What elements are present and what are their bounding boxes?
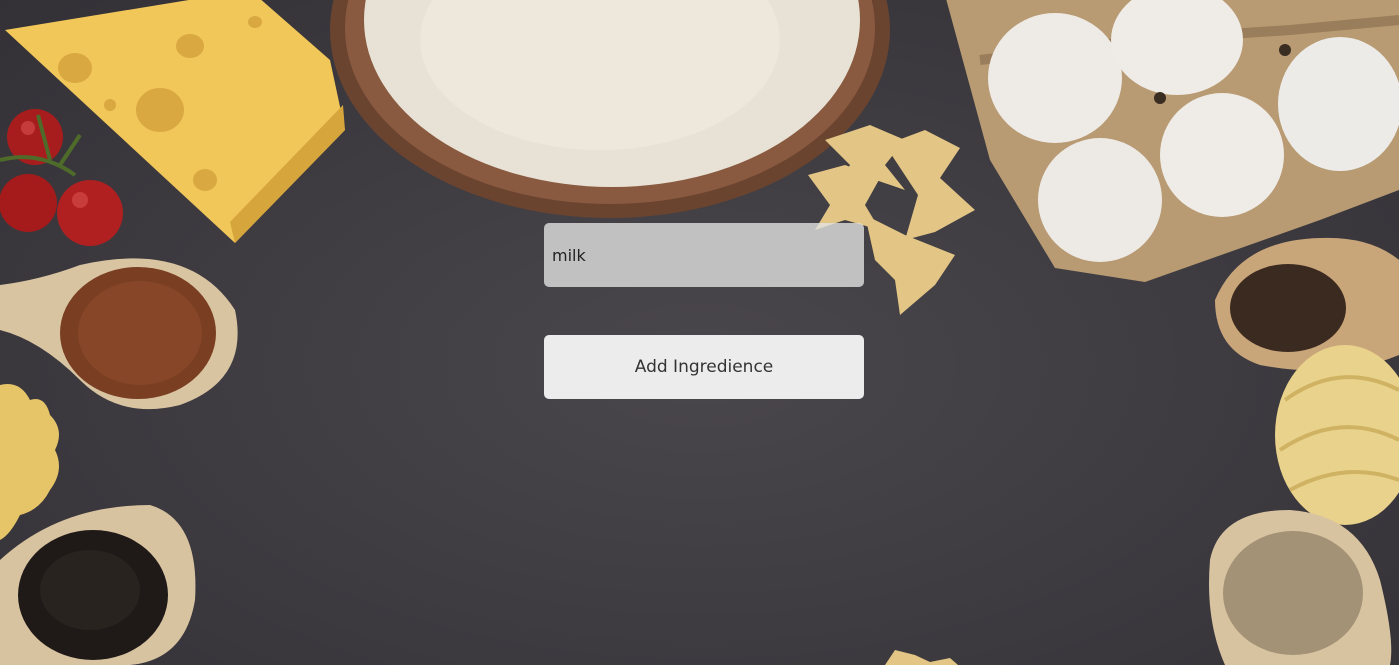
ground-spice-spoon-image bbox=[1209, 510, 1392, 665]
add-ingredient-button[interactable]: Add Ingredience bbox=[544, 335, 864, 399]
flour-bowl-image bbox=[330, 0, 890, 218]
bottom-pasta-image bbox=[885, 650, 958, 665]
cherry-tomatoes-image bbox=[0, 109, 123, 246]
dark-spice-spoon-image bbox=[1215, 237, 1399, 371]
spice-spoon-image bbox=[0, 258, 238, 410]
ingredient-input[interactable] bbox=[544, 223, 864, 287]
app-stage: Add Ingredience bbox=[0, 0, 1399, 665]
fusilli-pasta-image bbox=[0, 384, 59, 540]
pepper-spoon-image bbox=[0, 505, 196, 665]
background-photo bbox=[0, 0, 1399, 665]
tagliatelle-nest-image bbox=[1275, 345, 1399, 525]
